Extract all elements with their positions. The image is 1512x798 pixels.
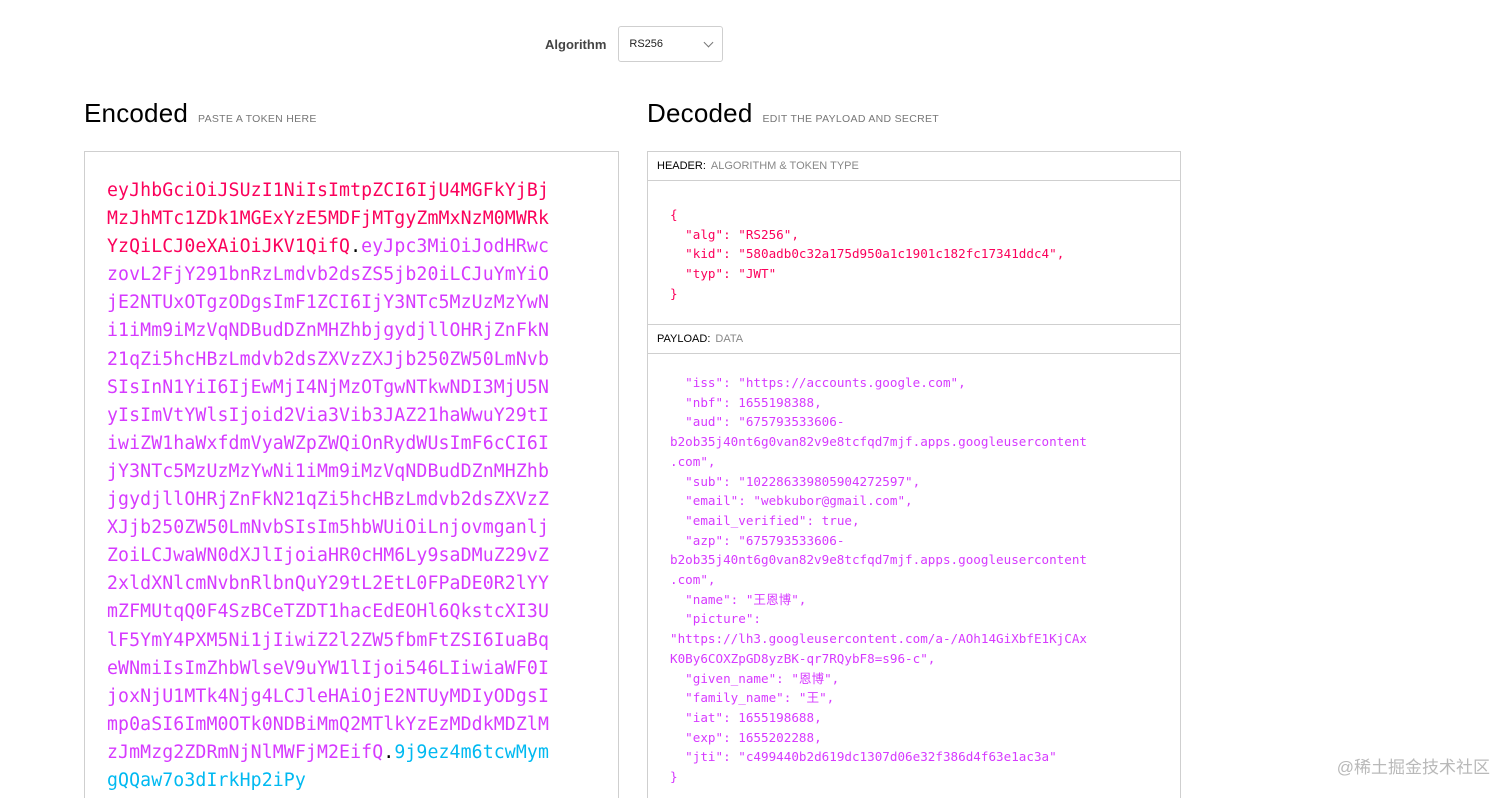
payload-box-desc: DATA: [715, 333, 744, 345]
code-line: "name": "王恩博",: [670, 591, 807, 607]
code-line: "aud": "675793533606-: [670, 414, 845, 430]
code-line: "email": "webkubor@gmail.com",: [670, 493, 913, 509]
code-line: "alg": "RS256",: [670, 226, 799, 242]
payload-box: PAYLOAD: DATA "iss": "https://accounts.g…: [647, 325, 1181, 798]
code-line: "nbf": 1655198388,: [670, 394, 822, 410]
code-line: "family_name": "王",: [670, 690, 835, 706]
code-line: {: [670, 207, 678, 222]
encoded-token-text[interactable]: eyJhbGciOiJSUzI1NiIsImtpZCI6IjU4MGFkYjBj…: [107, 177, 557, 795]
header-box-key: HEADER:: [657, 160, 706, 172]
algorithm-selector-row: Algorithm RS256: [545, 26, 724, 62]
code-line: }: [670, 285, 678, 301]
code-line: "https://lh3.googleusercontent.com/a-/AO…: [670, 631, 1088, 647]
payload-box-title: PAYLOAD: DATA: [648, 325, 1180, 354]
decoded-title: Decoded: [647, 98, 753, 128]
code-line: "typ": "JWT": [670, 266, 777, 282]
encoded-subtitle: PASTE A TOKEN HERE: [198, 113, 317, 125]
header-box-title: HEADER: ALGORITHM & TOKEN TYPE: [648, 152, 1180, 181]
code-line: "exp": 1655202288,: [670, 729, 822, 745]
code-line: b2ob35j40nt6g0van82v9e8tcfqd7mjf.apps.go…: [670, 552, 1088, 568]
code-line: "jti": "c499440b2d619dc1307d06e32f386d4f…: [670, 749, 1057, 765]
code-line: .com",: [670, 453, 716, 469]
token-payload-part: eyJpc3MiOiJodHRwczovL2FjY291bnRzLmdvb2ds…: [107, 236, 550, 763]
code-line: "email_verified": true,: [670, 512, 860, 528]
encoded-heading: Encoded PASTE A TOKEN HERE: [84, 98, 317, 129]
code-line: .com",: [670, 572, 716, 588]
decoded-subtitle: EDIT THE PAYLOAD AND SECRET: [762, 113, 940, 125]
code-line: "azp": "675793533606-: [670, 532, 845, 548]
algorithm-selected-value: RS256: [629, 38, 664, 50]
code-line: "iat": 1655198688,: [670, 709, 822, 725]
payload-json-editor[interactable]: "iss": "https://accounts.google.com", "n…: [648, 354, 1180, 798]
code-line: "iss": "https://accounts.google.com",: [670, 375, 966, 390]
header-box: HEADER: ALGORITHM & TOKEN TYPE { "alg": …: [647, 151, 1181, 325]
header-json-editor[interactable]: { "alg": "RS256", "kid": "580adb0c32a175…: [648, 181, 1180, 324]
code-line: K0By6COXZpGD8yzBK-qr7RQybF8=s96-c",: [670, 650, 936, 666]
code-line: "picture":: [670, 611, 761, 627]
watermark: @稀土掘金技术社区: [1336, 758, 1490, 777]
encoded-title: Encoded: [84, 98, 189, 128]
decoded-panels: HEADER: ALGORITHM & TOKEN TYPE { "alg": …: [647, 151, 1181, 798]
code-line: "given_name": "恩博",: [670, 670, 840, 686]
algorithm-label: Algorithm: [545, 36, 607, 52]
code-line: "kid": "580adb0c32a175d950a1c1901c182fc1…: [670, 246, 1065, 262]
encoded-token-editor[interactable]: eyJhbGciOiJSUzI1NiIsImtpZCI6IjU4MGFkYjBj…: [84, 151, 619, 798]
code-line: }: [670, 769, 678, 785]
token-separator: .: [383, 741, 395, 763]
header-box-desc: ALGORITHM & TOKEN TYPE: [710, 160, 859, 172]
token-separator: .: [350, 236, 362, 258]
algorithm-select[interactable]: RS256: [618, 26, 724, 62]
payload-box-key: PAYLOAD:: [657, 333, 711, 345]
code-line: b2ob35j40nt6g0van82v9e8tcfqd7mjf.apps.go…: [670, 434, 1088, 450]
code-line: "sub": "102286339805904272597",: [670, 473, 921, 489]
chevron-down-icon: [703, 37, 714, 47]
decoded-heading: Decoded EDIT THE PAYLOAD AND SECRET: [647, 98, 939, 129]
